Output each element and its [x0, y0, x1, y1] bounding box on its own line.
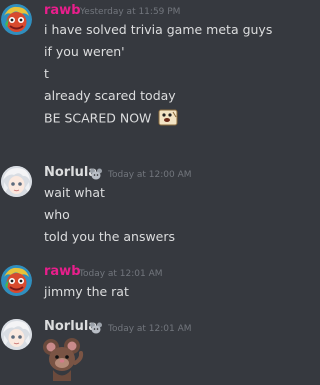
message-line: t	[44, 66, 49, 81]
avatar[interactable]	[1, 166, 32, 197]
message-group: rawb Yesterday at 11:59 PM i have solved…	[0, 0, 315, 135]
avatar[interactable]	[1, 4, 32, 35]
message-timestamp: Today at 12:01 AM	[108, 324, 192, 334]
message-group: Norlula Today at 12:01 AM	[0, 318, 315, 384]
message-line: wait what	[44, 185, 105, 200]
message-group: Norlula Today at 12:00 AM wait what who …	[0, 164, 315, 249]
scared-face-emoji[interactable]	[158, 109, 178, 129]
message-author[interactable]: rawb	[44, 3, 81, 18]
avatar[interactable]	[1, 319, 32, 350]
rawb-avatar-icon	[1, 4, 32, 35]
message-timestamp: Today at 12:00 AM	[108, 170, 192, 180]
avatar[interactable]	[1, 265, 32, 296]
mouse-badge-icon	[89, 320, 103, 334]
message-line: jimmy the rat	[44, 284, 129, 299]
norlula-avatar-icon	[1, 166, 32, 197]
message-timestamp: Yesterday at 11:59 PM	[80, 7, 181, 17]
message-author[interactable]: rawb	[44, 264, 81, 279]
message-line: who	[44, 207, 70, 222]
message-timestamp: Today at 12:01 AM	[79, 269, 163, 279]
mouse-badge-icon	[89, 166, 103, 180]
message-line-with-emoji: BE SCARED NOW	[44, 109, 178, 129]
rawb-avatar-icon	[1, 265, 32, 296]
message-group: rawb Today at 12:01 AM jimmy the rat	[0, 264, 315, 304]
message-line: already scared today	[44, 88, 176, 103]
message-line: told you the answers	[44, 229, 176, 244]
norlula-avatar-icon	[1, 319, 32, 350]
message-line: BE SCARED NOW	[44, 110, 152, 126]
message-line: i have solved trivia game meta guys	[44, 22, 273, 37]
message-line: if you weren'	[44, 44, 125, 59]
rat-sticker[interactable]	[41, 337, 85, 381]
